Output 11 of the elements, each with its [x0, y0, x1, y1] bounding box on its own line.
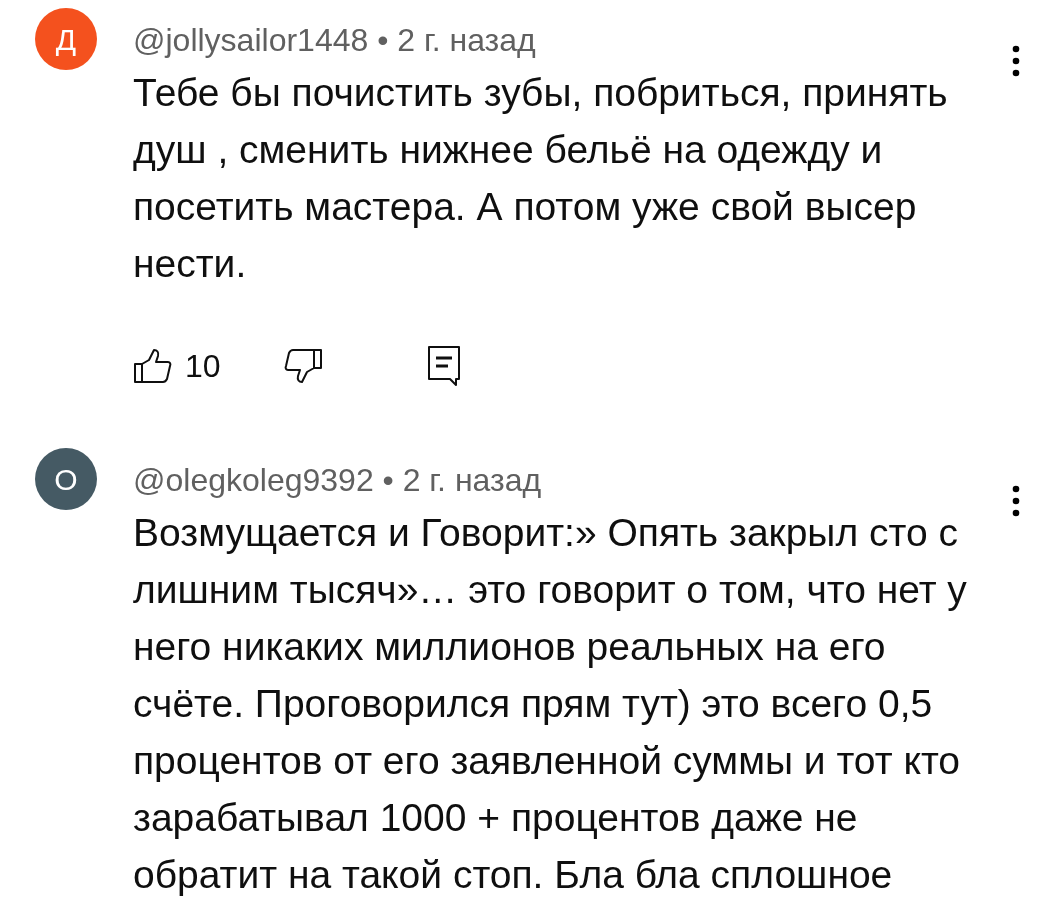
comment-text: Возмущается и Говорит:» Опять закрыл сто с лишним тысяч»… это говорит о том, что нет у него никаких миллионов реальных на его счёте. Проговорился прям тут) это всего 0,5 процентов от его заявленной суммы и тот кто зарабатывал 1000 + процентов даже не обратит на такой стоп. Бла бла сплошное — [133, 510, 968, 898]
reply-icon[interactable] — [426, 345, 461, 387]
comment-meta: @jollysailor1448 • 2 г. назад — [133, 21, 537, 60]
like-count: 10 — [185, 347, 221, 386]
more-options-icon[interactable] — [1011, 44, 1021, 78]
thumbs-up-icon[interactable] — [133, 348, 173, 384]
comment-meta: @olegkoleg9392 • 2 г. назад — [133, 461, 543, 500]
avatar[interactable]: О — [35, 448, 97, 510]
more-options-icon[interactable] — [1011, 484, 1021, 518]
comment-text: Тебе бы почистить зубы, побриться, принять душ , сменить нижнее бельё на одежду и посетить мастера. А потом уже свой высер нести. — [133, 70, 949, 287]
thumbs-down-icon[interactable] — [282, 348, 323, 384]
